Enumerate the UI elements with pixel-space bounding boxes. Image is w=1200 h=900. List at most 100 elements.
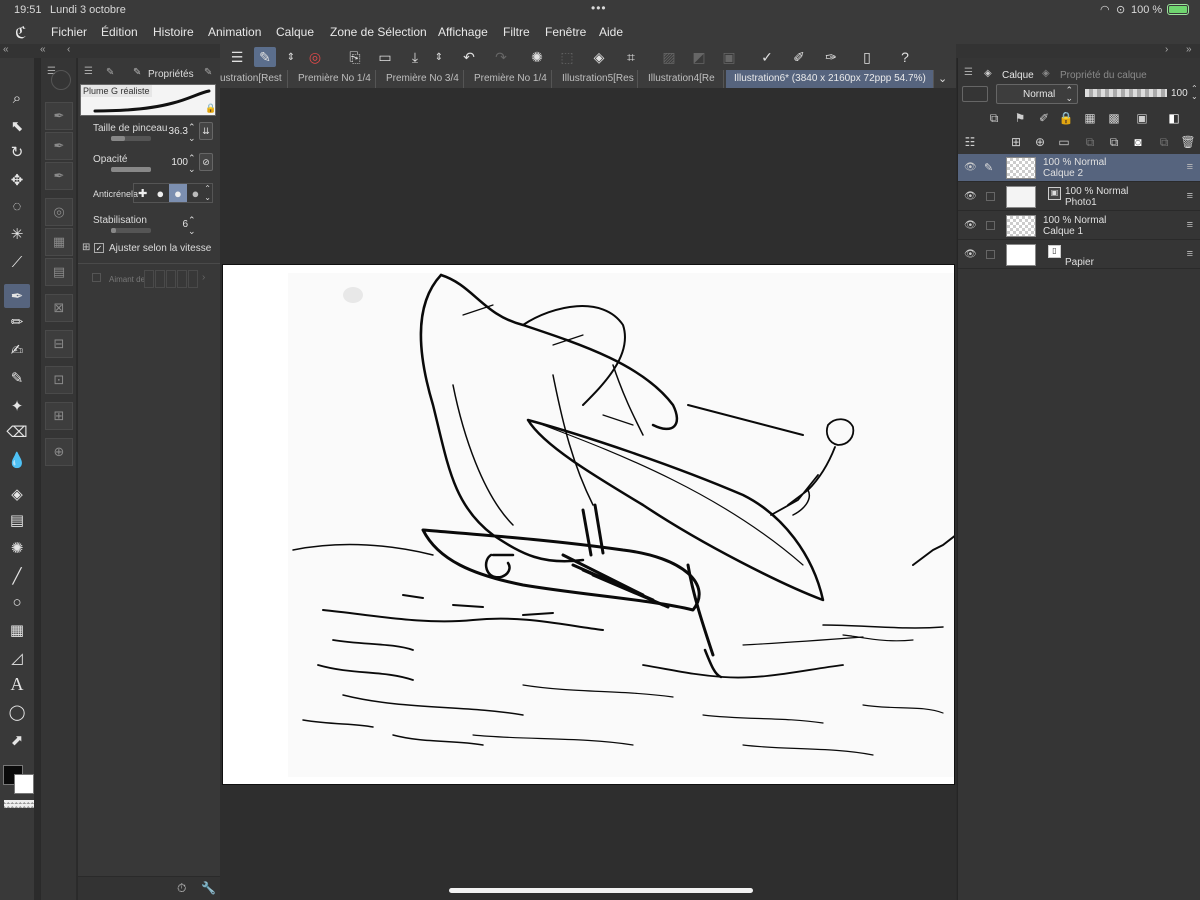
layer-checkbox[interactable] bbox=[986, 221, 995, 230]
tab-premiere-1[interactable]: Première No 1/4 bbox=[290, 70, 376, 88]
tabs-dropdown-icon[interactable]: ⌄ bbox=[938, 72, 947, 85]
clear-selection-icon[interactable]: ▨ bbox=[658, 47, 680, 67]
menu-aide[interactable]: Aide bbox=[599, 25, 623, 39]
chevron-left-icon[interactable]: ‹ bbox=[67, 44, 70, 55]
subtool-group-icon[interactable] bbox=[51, 70, 71, 90]
subtool-9-icon[interactable]: ⊡ bbox=[45, 366, 73, 394]
lock-alpha-icon[interactable]: ▦ bbox=[1082, 110, 1098, 126]
subtool-6-icon[interactable]: ▤ bbox=[45, 258, 73, 286]
brush-tool-icon[interactable]: ✍ bbox=[4, 338, 30, 362]
operation-tool-icon[interactable]: ⬉ bbox=[4, 114, 30, 138]
selection-border-icon[interactable]: ▣ bbox=[718, 47, 740, 67]
mask-display-icon[interactable]: ▣ bbox=[1134, 110, 1150, 126]
multitask-dots-icon[interactable]: ••• bbox=[591, 1, 607, 15]
undo-icon[interactable]: ↶ bbox=[458, 47, 480, 67]
move-tool-icon[interactable]: ✥ bbox=[4, 168, 30, 192]
marker-tool-icon[interactable]: ✎ bbox=[4, 366, 30, 390]
pen-tool-command-icon[interactable]: ✎ bbox=[254, 47, 276, 67]
magnet-options[interactable] bbox=[144, 270, 198, 288]
device-icon[interactable]: ▯ bbox=[856, 47, 878, 67]
layer-row-photo1[interactable]: 👁 ▣ 100 % Normal Photo1 ≡ bbox=[958, 183, 1200, 211]
subtool-pen-1-icon[interactable]: ✒ bbox=[45, 102, 73, 130]
new-vector-layer-icon[interactable]: ⊕ bbox=[1032, 134, 1048, 150]
subtool-7-icon[interactable]: ⊠ bbox=[45, 294, 73, 322]
collapse-right-icon[interactable]: » bbox=[1186, 44, 1192, 55]
menu-fenetre[interactable]: Fenêtre bbox=[545, 25, 586, 39]
stabilization-stepper-icon[interactable]: ⌃ ⌄ bbox=[188, 215, 196, 237]
tab-premiere-1b[interactable]: Première No 1/4 bbox=[466, 70, 552, 88]
layer-color-icon[interactable]: ◧ bbox=[1166, 110, 1182, 126]
antialias-none-icon[interactable]: ✚ bbox=[134, 184, 152, 202]
stabilization-value[interactable]: 6 bbox=[168, 219, 188, 230]
menu-edition[interactable]: Édition bbox=[101, 25, 138, 39]
app-logo-icon[interactable]: ℭ bbox=[15, 23, 26, 43]
subtool-pen-2-icon[interactable]: ✒ bbox=[45, 132, 73, 160]
mask-enable-icon[interactable]: ▩ bbox=[1106, 110, 1122, 126]
layer-checkbox[interactable] bbox=[986, 250, 995, 259]
ruler-pen-icon[interactable]: ✑ bbox=[820, 47, 842, 67]
expand-plus-icon[interactable]: ⊞ bbox=[82, 242, 90, 253]
subtool-8-icon[interactable]: ⊟ bbox=[45, 330, 73, 358]
layer-opacity-stepper-icon[interactable]: ⌃ ⌄ bbox=[1191, 85, 1198, 101]
antialias-strong-icon[interactable]: ● bbox=[187, 184, 205, 202]
layer-checkbox[interactable] bbox=[986, 192, 995, 201]
check-pen-icon[interactable]: ✓ bbox=[756, 47, 778, 67]
magic-wand-icon[interactable]: ✳ bbox=[4, 222, 30, 246]
antialias-weak-icon[interactable]: ● bbox=[152, 184, 170, 202]
layer-row-calque1[interactable]: 👁 100 % Normal Calque 1 ≡ bbox=[958, 212, 1200, 240]
visibility-eye-icon[interactable]: 👁 bbox=[964, 162, 977, 174]
canvas-area[interactable] bbox=[220, 88, 956, 900]
layer-menu-icon[interactable]: ☰ bbox=[964, 67, 973, 78]
balloon-tool-icon[interactable]: ◯ bbox=[4, 700, 30, 724]
brush-stroke-icon[interactable]: ✐ bbox=[788, 47, 810, 67]
stabilization-slider[interactable] bbox=[111, 228, 151, 233]
sub-color-swatch[interactable] bbox=[14, 774, 34, 794]
magnet-chevron-icon[interactable]: › bbox=[202, 272, 205, 283]
eyedropper-icon[interactable]: ⟋ bbox=[4, 250, 30, 274]
fill-bucket-icon[interactable]: ◈ bbox=[588, 47, 610, 67]
pen-tool-icon[interactable]: ✒ bbox=[4, 284, 30, 308]
pencil-tool-icon[interactable]: ✏ bbox=[4, 310, 30, 334]
create-mask-icon[interactable]: ◙ bbox=[1130, 134, 1146, 150]
updown-arrow-icon[interactable]: ⇕ bbox=[280, 47, 302, 67]
layer-tab-icon[interactable]: ◈ bbox=[984, 68, 992, 79]
transfer-down-icon[interactable]: ⧉ bbox=[1082, 134, 1098, 150]
layer-opacity-slider[interactable] bbox=[1085, 89, 1167, 97]
tab-illustration-rest[interactable]: ustration[Rest bbox=[220, 70, 288, 88]
brush-size-settings-button[interactable]: ⇊ bbox=[199, 122, 213, 140]
delete-layer-icon[interactable]: 🗑 bbox=[1180, 134, 1196, 150]
antialias-medium-icon[interactable]: ● bbox=[169, 184, 187, 202]
collapse-left-icon[interactable]: « bbox=[3, 44, 9, 55]
open-folder-icon[interactable]: ▭ bbox=[374, 47, 396, 67]
layer-drag-handle-icon[interactable]: ≡ bbox=[1187, 248, 1193, 260]
transform-icon[interactable]: ⬚ bbox=[556, 47, 578, 67]
subtool-11-icon[interactable]: ⊕ bbox=[45, 438, 73, 466]
frame-tool-icon[interactable]: ▦ bbox=[4, 618, 30, 642]
decoration-tool-icon[interactable]: ✦ bbox=[4, 394, 30, 418]
tab-illustration4[interactable]: Illustration4[Re bbox=[640, 70, 724, 88]
speed-checkbox[interactable]: ✓ bbox=[94, 243, 104, 253]
opacity-value[interactable]: 100 bbox=[158, 157, 188, 168]
tab-illustration6[interactable]: Illustration6* (3840 x 2160px 72ppp 54.7… bbox=[726, 70, 934, 88]
draft-icon[interactable]: ✐ bbox=[1036, 110, 1052, 126]
property-extra-icon[interactable]: ✎ bbox=[204, 67, 212, 78]
visibility-eye-icon[interactable]: 👁 bbox=[964, 249, 977, 261]
opacity-slider[interactable] bbox=[111, 167, 151, 172]
brush-size-value[interactable]: 36.3 bbox=[158, 126, 188, 137]
new-file-icon[interactable]: ⎘ bbox=[344, 47, 366, 67]
menu-zone-selection[interactable]: Zone de Sélection bbox=[330, 25, 427, 39]
ruler-tool-icon[interactable]: ◿ bbox=[4, 646, 30, 670]
lock-icon[interactable]: 🔒 bbox=[205, 103, 216, 114]
crop-icon[interactable]: ⌗ bbox=[620, 47, 642, 67]
ellipse-tool-icon[interactable]: ○ bbox=[4, 590, 30, 614]
collapse-sub-icon[interactable]: « bbox=[40, 44, 46, 55]
property-menu-icon[interactable]: ☰ bbox=[84, 66, 93, 77]
figure-tool-icon[interactable]: ✺ bbox=[4, 536, 30, 560]
apply-mask-icon[interactable]: ⧉ bbox=[1156, 134, 1172, 150]
invert-selection-icon[interactable]: ◩ bbox=[688, 47, 710, 67]
transparent-color-icon[interactable] bbox=[4, 800, 34, 808]
menu-fichier[interactable]: Fichier bbox=[51, 25, 87, 39]
hamburger-menu-icon[interactable]: ☰ bbox=[226, 47, 248, 67]
subtool-5-icon[interactable]: ▦ bbox=[45, 228, 73, 256]
brush-size-stepper-icon[interactable]: ⌃ ⌄ bbox=[188, 122, 196, 144]
